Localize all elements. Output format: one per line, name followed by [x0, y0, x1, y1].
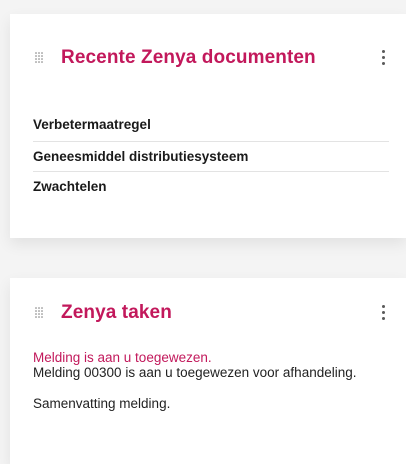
more-vertical-icon	[381, 304, 385, 308]
widget-header: Zenya taken	[10, 278, 406, 348]
task-description: Melding 00300 is aan u toegewezen voor a…	[33, 365, 357, 380]
widget-title: Zenya taken	[61, 302, 172, 323]
drag-handle-icon[interactable]	[35, 307, 44, 320]
task-summary: Samenvatting melding.	[33, 396, 171, 411]
recent-documents-widget: Recente Zenya documenten Verbetermaatreg…	[10, 14, 406, 238]
widget-title: Recente Zenya documenten	[61, 47, 316, 68]
document-link[interactable]: Verbetermaatregel	[33, 111, 389, 141]
task-title-link[interactable]: Melding is aan u toegewezen.	[33, 350, 386, 365]
more-options-button[interactable]	[376, 47, 390, 67]
drag-handle-icon[interactable]	[35, 52, 44, 65]
document-link[interactable]: Geneesmiddel distributiesysteem	[33, 141, 389, 171]
widget-header: Recente Zenya documenten	[10, 14, 406, 84]
tasks-widget: Zenya taken Melding is aan u toegewezen.…	[10, 278, 406, 464]
document-list: Verbetermaatregel Geneesmiddel distribut…	[33, 111, 389, 201]
more-options-button[interactable]	[376, 302, 390, 322]
task-item: Melding is aan u toegewezen. Melding 003…	[33, 350, 386, 411]
document-link[interactable]: Zwachtelen	[33, 171, 389, 201]
more-vertical-icon	[381, 49, 385, 53]
